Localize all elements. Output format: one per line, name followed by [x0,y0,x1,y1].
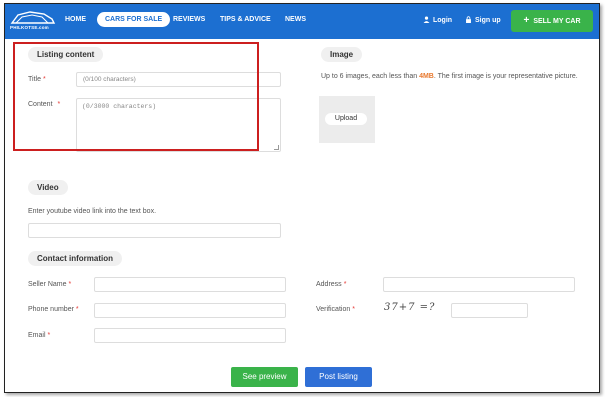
highlight-annotation [13,42,259,151]
nav-tips-advice[interactable]: TIPS & ADVICE [220,16,271,23]
image-upload-area[interactable]: Upload [319,96,375,143]
phone-number-label: Phone number * [28,306,79,313]
sell-my-car-button[interactable]: + SELL MY CAR [511,10,593,32]
image-size-limit: 4MB [419,73,434,80]
see-preview-button[interactable]: See preview [231,367,298,387]
address-label-text: Address [316,281,342,288]
captcha-image: 37+7 =? [384,302,436,313]
nav-cars-for-sale[interactable]: CARS FOR SALE [97,12,171,27]
email-label-text: Email [28,332,46,339]
seller-name-label: Seller Name * [28,281,71,288]
seller-name-input[interactable] [94,277,286,292]
verification-input[interactable] [451,303,528,318]
login-label: Login [433,17,453,24]
car-logo-icon [10,11,56,24]
image-description: Up to 6 images, each less than 4MB. The … [321,72,591,82]
phone-label-text: Phone number [28,306,74,313]
post-listing-button[interactable]: Post listing [305,367,372,387]
lock-icon [466,16,471,23]
signup-link[interactable]: Sign up [465,16,501,24]
user-icon [423,16,430,23]
top-navbar: PHILKOTSE.com HOME CARS FOR SALE REVIEWS… [5,4,599,39]
logo-text: PHILKOTSE.com [10,25,49,30]
required-mark: * [343,281,347,288]
sell-label: SELL MY CAR [533,18,581,25]
login-link[interactable]: Login [423,16,452,24]
image-heading: Image [321,47,363,62]
video-heading: Video [28,180,68,195]
phone-number-input[interactable] [94,303,286,318]
signup-label: Sign up [475,17,501,24]
verification-label: Verification * [316,306,355,313]
contact-information-heading: Contact information [28,251,122,266]
seller-name-label-text: Seller Name [28,281,67,288]
email-input[interactable] [94,328,286,343]
nav-news[interactable]: NEWS [285,16,306,23]
address-input[interactable] [383,277,575,292]
required-mark: * [75,306,79,313]
verification-label-text: Verification [316,306,351,313]
required-mark: * [352,306,355,313]
resize-handle[interactable] [274,145,279,150]
address-label: Address * [316,281,346,288]
browser-frame: PHILKOTSE.com HOME CARS FOR SALE REVIEWS… [4,3,600,393]
video-link-input[interactable] [28,223,281,238]
nav-home[interactable]: HOME [65,16,86,23]
email-label: Email * [28,332,50,339]
image-desc-before: Up to 6 images, each less than [321,73,420,80]
required-mark: * [47,332,51,339]
plus-icon: + [523,15,530,26]
upload-button[interactable]: Upload [325,113,367,125]
image-desc-after: . The first image is your representative… [433,73,578,80]
required-mark: * [68,281,72,288]
nav-reviews[interactable]: REVIEWS [173,16,205,23]
video-description: Enter youtube video link into the text b… [28,208,157,215]
site-logo[interactable]: PHILKOTSE.com [10,9,56,33]
